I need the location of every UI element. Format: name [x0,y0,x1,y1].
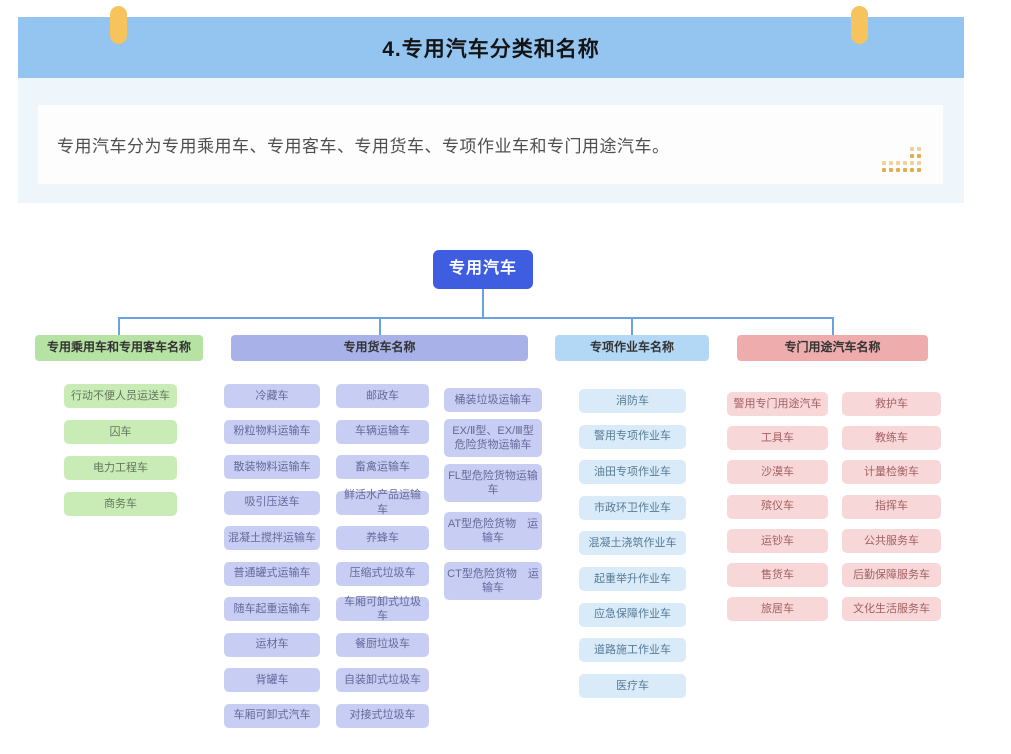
tree-node: 医疗车 [579,674,686,698]
tree-node: 沙漠车 [727,460,828,484]
tree-node: 起重举升作业车 [579,567,686,591]
tree-node: 畜禽运输车 [336,455,429,479]
tree-node: 餐厨垃圾车 [336,633,429,657]
tree-node: EX/Ⅱ型、EX/Ⅲ型危险货物运输车 [444,419,542,457]
group-header-special-truck: 专用货车名称 [231,335,528,361]
tree-node: 混凝土搅拌运输车 [224,526,320,550]
connector-line [832,317,834,335]
tree-node: 消防车 [579,389,686,413]
page: 4.专用汽车分类和名称 专用汽车分为专用乘用车、专用客车、专用货车、专项作业车和… [0,0,1011,754]
tree-node: 混凝土浇筑作业车 [579,531,686,555]
tree-node: 散装物料运输车 [224,455,320,479]
connector-line [631,317,633,335]
tree-node: 售货车 [727,563,828,587]
tree-node: 警用专门用途汽车 [727,392,828,416]
tree-node: 旅居车 [727,597,828,621]
tree-node: 文化生活服务车 [842,597,941,621]
tree-node: FL型危险货物运输车 [444,464,542,502]
decorative-pill-left [110,6,127,44]
tree-node: 自装卸式垃圾车 [336,668,429,692]
tree-node: 邮政车 [336,384,429,408]
tree-node: 后勤保障服务车 [842,563,941,587]
tree-node: 计量检衡车 [842,460,941,484]
tree-node: 养蜂车 [336,526,429,550]
tree-node: 应急保障作业车 [579,603,686,627]
tree-node: 普通罐式运输车 [224,562,320,586]
connector-line [379,317,381,335]
tree-node: CT型危险货物 运输车 [444,562,542,600]
tree-node: 车厢可卸式垃圾车 [336,597,429,621]
group-header-special-purpose: 专门用途汽车名称 [737,335,928,361]
connector-line [118,317,834,319]
tree-node: 工具车 [727,426,828,450]
tree-node: 粉粒物料运输车 [224,420,320,444]
tree-node: 运材车 [224,633,320,657]
tree-node: AT型危险货物 运输车 [444,512,542,550]
tree-node: 行动不便人员运送车 [64,384,177,408]
tree-node: 警用专项作业车 [579,425,686,449]
title-bar: 4.专用汽车分类和名称 [18,17,964,78]
tree-node: 桶装垃圾运输车 [444,388,542,412]
tree-node: 救护车 [842,392,941,416]
tree-node: 对接式垃圾车 [336,704,429,728]
decorative-pill-right [851,6,868,44]
tree-node: 冷藏车 [224,384,320,408]
tree-node: 殡仪车 [727,495,828,519]
tree-node: 商务车 [64,492,177,516]
tree-node: 电力工程车 [64,456,177,480]
tree-node: 公共服务车 [842,529,941,553]
connector-line [118,317,120,335]
tree-node: 教练车 [842,426,941,450]
tree-node: 市政环卫作业车 [579,496,686,520]
group-header-special-passenger-and-bus: 专用乘用车和专用客车名称 [35,335,203,361]
tree-node: 车厢可卸式汽车 [224,704,320,728]
tree-node: 压缩式垃圾车 [336,562,429,586]
tree-node: 吸引压送车 [224,491,320,515]
tree-node: 随车起重运输车 [224,597,320,621]
tree-node: 油田专项作业车 [579,460,686,484]
tree-node: 囚车 [64,420,177,444]
tree-node: 鲜活水产品运输车 [336,491,429,515]
tree-node: 道路施工作业车 [579,638,686,662]
tree-node: 背罐车 [224,668,320,692]
connector-line [482,289,484,317]
tree-node: 运钞车 [727,529,828,553]
tree-node: 车辆运输车 [336,420,429,444]
root-node: 专用汽车 [433,250,533,289]
group-header-special-operation: 专项作业车名称 [555,335,709,361]
page-title: 4.专用汽车分类和名称 [382,33,600,63]
tree-node: 指挥车 [842,495,941,519]
classification-tree-diagram: 专用汽车专用乘用车和专用客车名称行动不便人员运送车囚车电力工程车商务车 专用货车名… [0,0,1011,754]
